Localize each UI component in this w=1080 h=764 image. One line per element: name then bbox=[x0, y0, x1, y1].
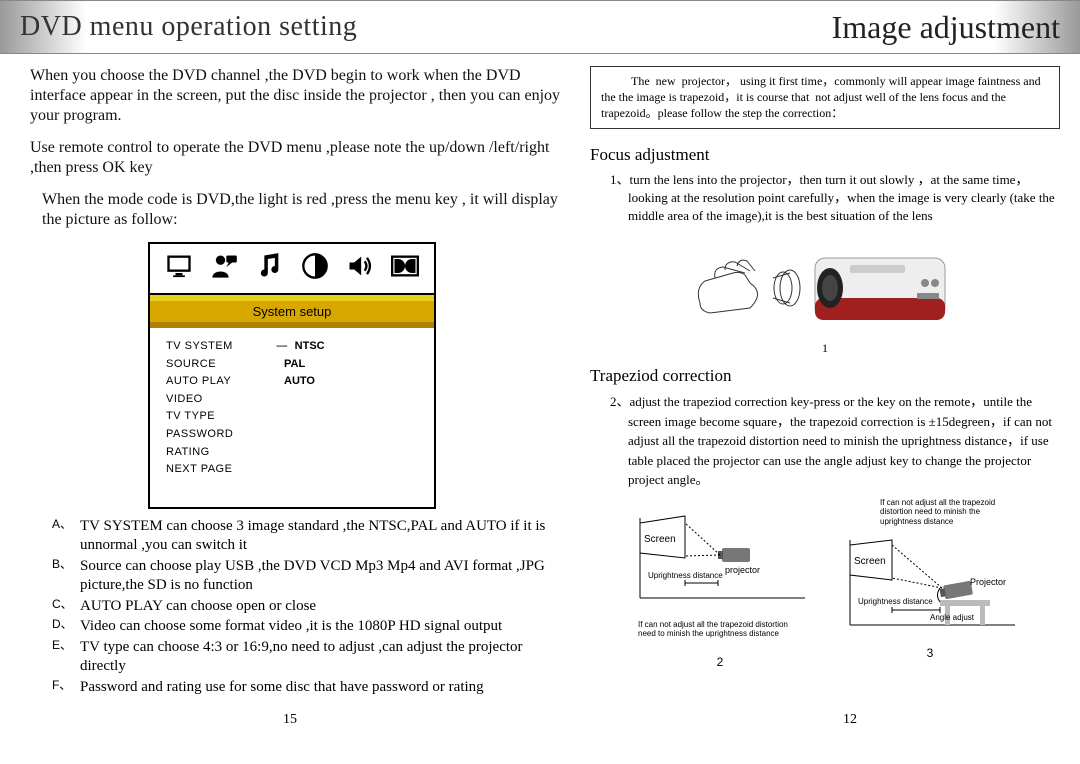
d3-screen-label: Screen bbox=[854, 556, 886, 567]
diagram-3-svg: Screen Projector Angle adjust bbox=[840, 530, 1020, 640]
note-item: F、Password and rating use for some disc … bbox=[52, 678, 560, 698]
note-item: D、Video can choose some format video ,it… bbox=[52, 617, 560, 637]
d3-caption: If can not adjust all the trapezoid dist… bbox=[840, 498, 1020, 531]
projector-illustration bbox=[590, 233, 1060, 333]
figure-3-label: 3 bbox=[840, 646, 1020, 660]
osd-row: VIDEO bbox=[166, 391, 418, 409]
osd-menu-list: TV SYSTEM----NTSC SOURCEPAL AUTO PLAYAUT… bbox=[150, 328, 434, 507]
d3-proj-label: Projector bbox=[970, 577, 1006, 587]
d2-caption: If can not adjust all the trapezoid dist… bbox=[630, 620, 810, 639]
osd-row: TV SYSTEM----NTSC bbox=[166, 338, 418, 356]
intro-p1: When you choose the DVD channel ,the DVD… bbox=[30, 66, 560, 126]
d3-angle-label: Angle adjust bbox=[930, 613, 975, 622]
speech-person-icon bbox=[210, 252, 238, 285]
intro-block: When you choose the DVD channel ,the DVD… bbox=[30, 66, 560, 230]
figure-2-label: 2 bbox=[630, 655, 810, 669]
notes-list: A、TV SYSTEM can choose 3 image standard … bbox=[30, 517, 560, 698]
intro-p3: When the mode code is DVD,the light is r… bbox=[30, 190, 560, 230]
header-right-title: Image adjustment bbox=[832, 9, 1060, 46]
osd-row: SOURCEPAL bbox=[166, 356, 418, 374]
note-item: A、TV SYSTEM can choose 3 image standard … bbox=[52, 517, 560, 556]
diagram-2-svg: Screen projector Uprightness distance bbox=[630, 498, 810, 618]
osd-row: NEXT PAGE bbox=[166, 461, 418, 479]
note-item: C、AUTO PLAY can choose open or close bbox=[52, 597, 560, 617]
dolby-icon bbox=[391, 252, 419, 285]
osd-row: PASSWORD bbox=[166, 426, 418, 444]
page-number-right: 12 bbox=[843, 712, 857, 728]
osd-row: TV TYPE bbox=[166, 408, 418, 426]
d2-upright-label: Uprightness distance bbox=[648, 571, 723, 580]
page-number-left: 15 bbox=[283, 712, 297, 728]
page-content: When you choose the DVD channel ,the DVD… bbox=[0, 54, 1080, 734]
header-left-title: DVD menu operation setting bbox=[20, 11, 357, 43]
trapezoid-heading: Trapeziod correction bbox=[590, 366, 1060, 386]
osd-icon-row bbox=[150, 244, 434, 295]
osd-screenshot: System setup TV SYSTEM----NTSC SOURCEPAL… bbox=[148, 242, 436, 509]
music-note-icon bbox=[255, 252, 283, 285]
focus-note: 1、turn the lens into the projector，then … bbox=[590, 171, 1060, 226]
intro-p2: Use remote control to operate the DVD me… bbox=[30, 138, 560, 178]
figure-1-label: 1 bbox=[590, 341, 1060, 356]
trapezoid-note: 2、adjust the trapeziod correction key-pr… bbox=[590, 392, 1060, 490]
page-header: DVD menu operation setting Image adjustm… bbox=[0, 0, 1080, 54]
focus-heading: Focus adjustment bbox=[590, 145, 1060, 165]
monitor-icon bbox=[165, 252, 193, 285]
diagram-2: Screen projector Uprightness distance If… bbox=[630, 498, 810, 669]
diagram-3: If can not adjust all the trapezoid dist… bbox=[840, 498, 1020, 669]
d2-proj-label: projector bbox=[725, 565, 760, 575]
intro-box: The new projector， using it first time，c… bbox=[590, 66, 1060, 129]
contrast-circle-icon bbox=[301, 252, 329, 285]
note-item: B、Source can choose play USB ,the DVD VC… bbox=[52, 557, 560, 596]
left-column: When you choose the DVD channel ,the DVD… bbox=[30, 66, 560, 734]
d3-upright-label: Uprightness distance bbox=[858, 597, 933, 606]
speaker-icon bbox=[346, 252, 374, 285]
right-column: The new projector， using it first time，c… bbox=[590, 66, 1060, 734]
note-item: E、TV type can choose 4:3 or 16:9,no need… bbox=[52, 638, 560, 677]
intro-box-text: The new projector， using it first time，c… bbox=[601, 74, 1044, 120]
osd-tab-label: System setup bbox=[150, 295, 434, 328]
trapezoid-diagrams: Screen projector Uprightness distance If… bbox=[590, 498, 1060, 669]
osd-row: AUTO PLAYAUTO bbox=[166, 373, 418, 391]
osd-row: RATING bbox=[166, 444, 418, 462]
d2-screen-label: Screen bbox=[644, 534, 676, 545]
hand-projector-svg bbox=[695, 233, 955, 333]
